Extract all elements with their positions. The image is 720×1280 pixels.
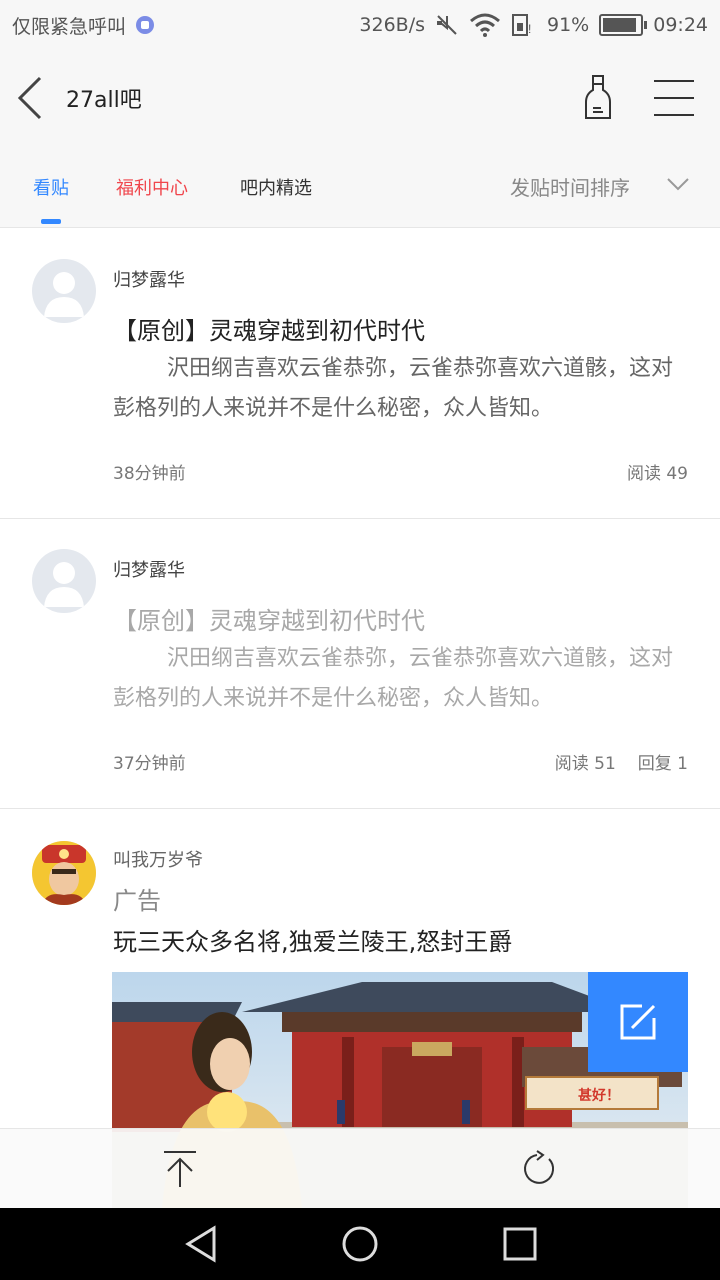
arrow-up-icon <box>164 1151 196 1187</box>
bottom-toolbar <box>0 1128 720 1208</box>
refresh-icon <box>524 1150 555 1184</box>
active-tab-indicator <box>41 219 61 224</box>
svg-text:!: ! <box>528 22 531 36</box>
read-label: 阅读 <box>554 754 589 774</box>
battery-percent: 91% <box>547 14 590 36</box>
nav-back-button[interactable] <box>178 1222 222 1266</box>
sort-dropdown[interactable]: 发贴时间排序 <box>510 172 630 201</box>
status-bar: 仅限紧急呼叫 326B/s ! 91% 09:24 <box>0 0 720 50</box>
post-item[interactable]: 归梦露华 【原创】灵魂穿越到初代时代 沢田纲吉喜欢云雀恭弥，云雀恭弥喜欢六道骸，… <box>0 229 720 519</box>
refresh-button[interactable] <box>511 1141 567 1197</box>
back-arrow-icon <box>17 76 42 120</box>
read-count: 阅读 49 <box>627 459 688 484</box>
reply-count: 回复 1 <box>638 749 688 774</box>
game-character-avatar-icon <box>32 841 96 905</box>
nav-home-button[interactable] <box>338 1222 382 1266</box>
post-title[interactable]: 【原创】灵魂穿越到初代时代 <box>113 311 425 346</box>
chevron-down-icon[interactable] <box>666 176 690 192</box>
nav-recents-button[interactable] <box>498 1222 542 1266</box>
ad-tag: 广告 <box>113 887 161 915</box>
ad-author[interactable]: 叫我万岁爷 <box>113 846 203 872</box>
post-author[interactable]: 归梦露华 <box>113 556 185 582</box>
triangle-back-icon <box>185 1225 216 1263</box>
post-excerpt: 沢田纲吉喜欢云雀恭弥，云雀恭弥喜欢六道骸，这对彭格列的人来说并不是什么秘密，众人… <box>113 646 674 711</box>
reply-label: 回复 <box>637 754 672 774</box>
edit-icon <box>620 1004 656 1040</box>
tab-posts[interactable]: 看贴 <box>33 174 69 200</box>
avatar[interactable] <box>32 549 96 613</box>
default-avatar-icon <box>44 562 84 607</box>
scroll-to-top-button[interactable] <box>152 1141 208 1197</box>
back-button[interactable] <box>0 50 60 146</box>
compose-post-button[interactable] <box>588 972 688 1072</box>
post-item[interactable]: 归梦露华 【原创】灵魂穿越到初代时代 沢田纲吉喜欢云雀恭弥，云雀恭弥喜欢六道骸，… <box>0 519 720 809</box>
avatar[interactable] <box>32 259 96 323</box>
clock: 09:24 <box>653 14 708 36</box>
tab-featured[interactable]: 吧内精选 <box>240 174 312 200</box>
tab-welfare[interactable]: 福利中心 <box>116 174 188 200</box>
circle-home-icon <box>342 1226 378 1262</box>
carrier-text: 仅限紧急呼叫 <box>12 15 127 38</box>
system-nav-bar <box>0 1208 720 1280</box>
post-time: 37分钟前 <box>113 754 186 774</box>
app-header: 27all吧 <box>0 50 720 146</box>
post-excerpt: 沢田纲吉喜欢云雀恭弥，云雀恭弥喜欢六道骸，这对彭格列的人来说并不是什么秘密，众人… <box>113 356 674 421</box>
tab-bar: 看贴 福利中心 吧内精选 发贴时间排序 <box>0 146 720 228</box>
battery-fill <box>603 18 636 32</box>
mute-icon <box>437 15 457 35</box>
forum-title: 27all吧 <box>66 88 142 113</box>
reply-value: 1 <box>677 754 688 774</box>
ad-banner-button[interactable]: 甚好！ <box>578 1085 620 1105</box>
wifi-icon <box>470 13 500 37</box>
shield-icon <box>136 16 155 34</box>
bottle-icon <box>585 75 611 119</box>
post-time: 38分钟前 <box>113 464 186 484</box>
sim-icon: ! <box>512 14 531 36</box>
post-author[interactable]: 归梦露华 <box>113 266 185 292</box>
default-avatar-icon <box>44 272 84 317</box>
read-label: 阅读 <box>626 464 661 484</box>
ad-avatar[interactable] <box>32 841 96 905</box>
drift-bottle-button[interactable] <box>572 70 624 126</box>
post-title[interactable]: 【原创】灵魂穿越到初代时代 <box>113 601 425 636</box>
menu-button[interactable] <box>650 74 698 122</box>
ad-title[interactable]: 玩三天众多名将,独爱兰陵王,怒封王爵 <box>113 922 512 957</box>
read-value: 49 <box>666 464 688 484</box>
read-value: 51 <box>594 754 616 774</box>
net-speed: 326B/s <box>359 14 425 36</box>
read-count: 阅读 51 <box>555 749 616 774</box>
post-stats: 阅读 49 <box>627 459 688 484</box>
square-recents-icon <box>503 1227 537 1261</box>
battery-icon <box>599 14 648 36</box>
post-stats: 阅读 51 回复 1 <box>555 749 688 774</box>
